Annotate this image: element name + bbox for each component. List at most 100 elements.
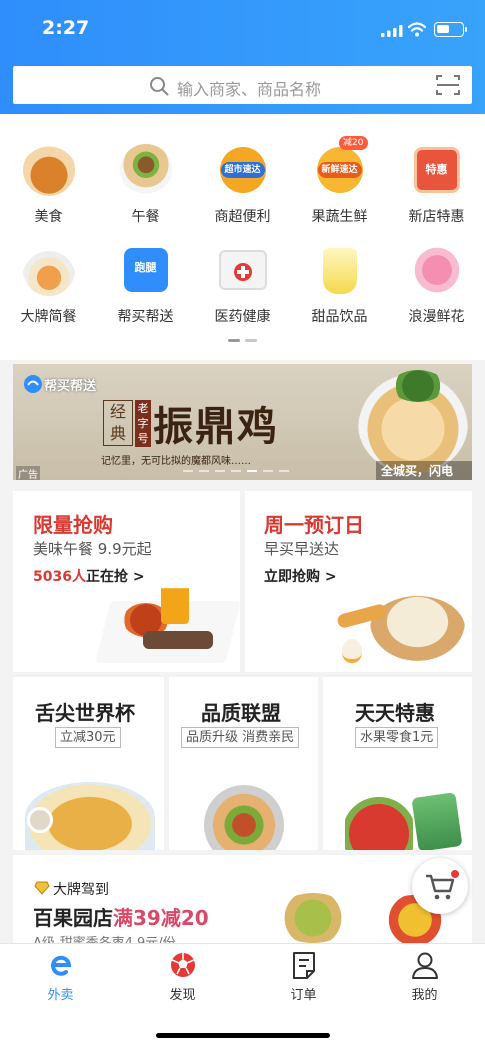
lunch-bowl-icon [119, 144, 172, 196]
order-list-icon [292, 952, 315, 979]
search-icon [150, 77, 169, 96]
errand-tag: 跑腿 [134, 261, 157, 274]
worldcup-card[interactable]: 舌尖世界杯 立减30元 [13, 677, 164, 850]
shopping-cart-icon [426, 870, 459, 900]
tab-label: 外卖 [47, 988, 74, 1003]
diamond-icon [34, 881, 50, 895]
quality-pill: 品质升级 消费亲民 [181, 727, 300, 748]
brand-store-name: 百果园店 [33, 906, 113, 930]
wifi-icon [408, 22, 426, 37]
roast-chicken-icon [22, 144, 75, 196]
category-fresh-produce[interactable]: 新鲜速达 减20 果蔬生鲜 [291, 136, 388, 226]
category-supermarket[interactable]: 超市速达 商超便利 [194, 144, 291, 226]
daily-deals-card[interactable]: 天天特惠 水果零食1元 [323, 677, 472, 850]
profile-person-icon [411, 952, 438, 979]
flash-sale-cta-text: 正在抢 > [85, 569, 145, 585]
discount-badge: 减20 [339, 136, 368, 150]
scan-icon[interactable] [436, 74, 460, 96]
category-errands[interactable]: 跑腿 帮买帮送 [97, 244, 194, 326]
category-label: 医药健康 [214, 309, 271, 325]
watermelon-image [345, 792, 413, 850]
category-food[interactable]: 美食 [0, 144, 97, 226]
flash-sale-card[interactable]: 限量抢购 美味午餐 9.9元起 5036人正在抢 > [13, 491, 240, 672]
category-lunch[interactable]: 午餐 [97, 144, 194, 226]
medicine-box-icon [218, 250, 267, 290]
discover-ball-icon [170, 953, 195, 977]
category-label: 帮买帮送 [117, 309, 174, 325]
tab-discover[interactable]: 发现 [134, 950, 231, 1003]
banner-slogan: 记忆里，无可比拟的魔都风味…… [101, 456, 251, 467]
fresh-tag: 新鲜速达 [317, 162, 362, 178]
beverage-can-image [411, 792, 463, 850]
home-indicator[interactable] [156, 1033, 330, 1038]
jujube-bowl-image [275, 893, 351, 943]
banner-title: 振鼎鸡 [153, 403, 279, 450]
supermarket-icon: 超市速达 [216, 144, 269, 196]
category-new-store-deals[interactable]: 特惠 新店特惠 [388, 144, 485, 226]
brand-meal-icon [22, 244, 75, 296]
status-time: 2:27 [42, 17, 90, 39]
category-label: 新店特惠 [408, 209, 465, 225]
category-label: 果蔬生鲜 [311, 209, 368, 225]
category-label: 浪漫鲜花 [408, 309, 465, 325]
page-indicator [228, 339, 258, 342]
dessert-drink-icon [322, 248, 357, 294]
flash-sale-count: 5036人 [33, 569, 86, 585]
ad-label: 广告 [16, 466, 40, 480]
grilled-fish-image [143, 631, 213, 649]
brand-label: 大牌驾到 [53, 882, 109, 898]
fresh-produce-icon: 新鲜速达 减20 [313, 136, 368, 196]
category-label: 大牌简餐 [20, 309, 77, 325]
tab-profile[interactable]: 我的 [376, 950, 473, 1003]
egg-image [342, 639, 362, 663]
flash-sale-title: 限量抢购 [33, 513, 113, 537]
preorder-subtitle: 早买早送达 [264, 540, 340, 558]
ad-banner[interactable]: 帮买帮送 经 典 老 字 号 振鼎鸡 记忆里，无可比拟的魔都风味…… 广告 全城… [13, 364, 472, 480]
battery-icon [434, 22, 467, 37]
category-flowers[interactable]: 浪漫鲜花 [388, 244, 485, 326]
orange-juice-image [161, 584, 189, 624]
banner-corner-text: 全城买，闪电送! [376, 461, 472, 480]
banner-small-1: 老 [137, 402, 149, 415]
tab-orders[interactable]: 订单 [255, 950, 352, 1003]
banner-small-3: 号 [137, 432, 149, 445]
category-medicine[interactable]: 医药健康 [194, 244, 291, 326]
errand-bag-icon: 跑腿 [123, 248, 168, 292]
flash-sale-cta: 5036人正在抢 > [33, 566, 145, 586]
daily-title: 天天特惠 [355, 701, 435, 725]
preorder-card[interactable]: 周一预订日 早买早送达 立即抢购 > [245, 491, 472, 672]
category-desserts[interactable]: 甜品饮品 [291, 244, 388, 326]
takeaway-e-icon [50, 955, 71, 976]
greens-garnish-image [391, 370, 445, 402]
quality-alliance-card[interactable]: 品质联盟 品质升级 消费亲民 [169, 677, 318, 850]
deal-tag: 特惠 [425, 163, 448, 176]
category-label: 午餐 [131, 209, 160, 225]
preorder-title: 周一预订日 [264, 513, 364, 537]
new-store-deal-icon: 特惠 [413, 147, 460, 193]
salad-dish-image [194, 785, 294, 850]
brand-store-line: 百果园店满39减20 [33, 902, 209, 931]
tab-takeaway[interactable]: 外卖 [12, 950, 109, 1003]
banner-tag-2: 典 [109, 424, 126, 443]
category-brand-meals[interactable]: 大牌简餐 [0, 244, 97, 326]
banner-brand: 帮买帮送 [44, 379, 97, 394]
brand-deal: 满39减20 [113, 906, 209, 930]
banner-small-2: 字 [137, 417, 149, 430]
brand-section[interactable]: 大牌驾到 百果园店满39减20 A级-甜蜜季冬枣4.9元/份 [13, 855, 472, 950]
banner-tag-1: 经 [109, 402, 126, 421]
supermarket-tag: 超市速达 [220, 162, 265, 178]
category-label: 美食 [34, 209, 63, 225]
quality-title: 品质联盟 [201, 701, 281, 725]
category-grid: 美食 午餐 超市速达 商超便利 新鲜速达 减20 果蔬生鲜 特惠 新店特惠 大牌… [0, 114, 485, 360]
drink-cup-image [27, 807, 53, 833]
flash-sale-subtitle: 美味午餐 9.9元起 [33, 540, 152, 558]
tab-label: 我的 [411, 988, 438, 1003]
search-input[interactable]: 输入商家、商品名称 [177, 76, 321, 100]
worldcup-pill: 立减30元 [55, 727, 121, 748]
tab-label: 订单 [290, 988, 317, 1003]
cart-button[interactable] [412, 858, 468, 914]
daily-pill: 水果零食1元 [355, 727, 439, 748]
cellular-signal-icon [381, 25, 403, 37]
worldcup-title: 舌尖世界杯 [35, 701, 135, 725]
category-label: 商超便利 [214, 209, 271, 225]
